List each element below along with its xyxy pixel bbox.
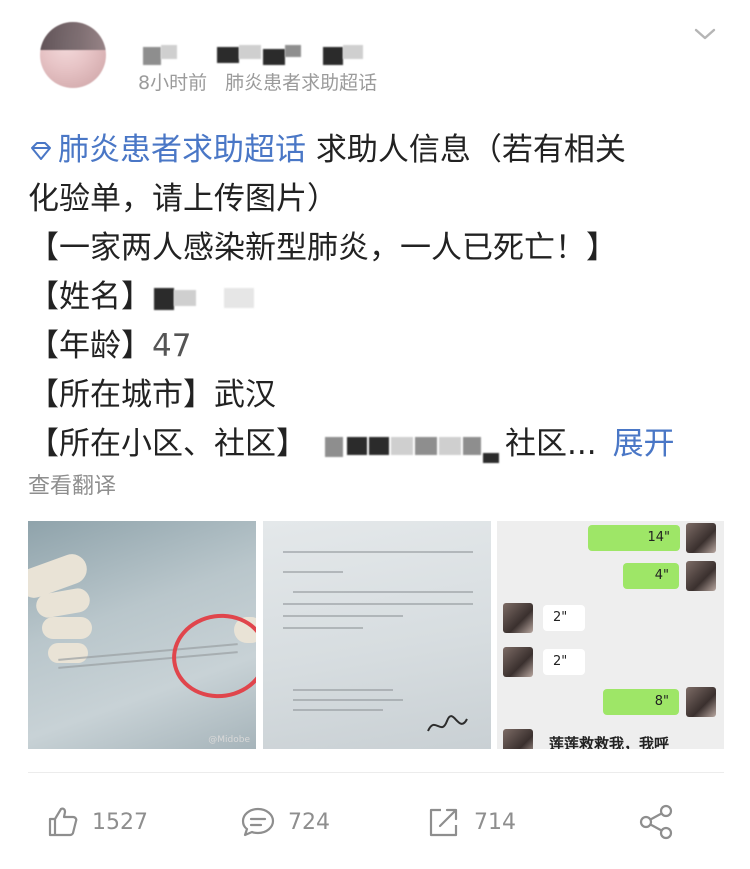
post-source[interactable]: 肺炎患者求助超话 [225,72,377,94]
chat-avatar [503,647,533,677]
chat-avatar [686,523,716,553]
comment-count: 724 [288,809,330,835]
repost-button[interactable]: 714 [426,800,516,844]
supertopic-diamond-icon [31,142,51,160]
name-blurred [152,284,282,314]
community-blurred [325,431,505,463]
post-image-3[interactable]: 14" 4" 2" 2" 8" 莲莲救救我，我呼 [497,521,724,749]
post-image-2[interactable] [263,521,491,749]
voice-bubble: 4" [623,563,679,589]
chat-avatar [503,603,533,633]
age-value: 47 [152,328,192,364]
share-button[interactable] [638,800,688,844]
chat-message: 莲莲救救我，我呼 [549,735,670,749]
comment-button[interactable]: 724 [240,800,330,844]
supertopic-link[interactable]: 肺炎患者求助超话 [28,132,306,168]
repost-icon [429,808,458,837]
chat-avatar [686,687,716,717]
post-line-3: 【一家两人感染新型肺炎，一人已死亡！】 [28,230,617,266]
like-count: 1527 [92,809,148,835]
divider [28,772,724,773]
voice-bubble: 14" [588,525,680,551]
post-line-1: 求助人信息（若有相关 [315,132,626,168]
repost-count: 714 [474,809,516,835]
chat-avatar [503,729,533,749]
post-image-1[interactable]: @Midobe [28,521,256,749]
voice-bubble: 8" [603,689,679,715]
post-body: 肺炎患者求助超话 求助人信息（若有相关 化验单，请上传图片） 【一家两人感染新型… [28,126,718,469]
voice-bubble: 2" [543,605,585,631]
post-line-city: 【所在城市】武汉 [28,377,276,413]
expand-link[interactable]: 展开 [613,426,675,462]
image-watermark: @Midobe [208,735,250,745]
avatar[interactable] [40,22,106,88]
chat-avatar [686,561,716,591]
post-meta: 8小时前 肺炎患者求助超话 [138,68,377,95]
post-line-2: 化验单，请上传图片） [28,181,338,217]
post-line-age: 【年龄】47 [28,328,192,364]
share-icon [639,804,673,840]
thumbs-up-icon [48,807,78,837]
like-button[interactable]: 1527 [46,800,148,844]
comment-icon [241,807,275,837]
post-time: 8小时前 [138,72,208,94]
signature-mark [427,715,468,732]
translate-link[interactable]: 查看翻译 [28,468,116,500]
voice-bubble: 2" [543,649,585,675]
red-circle-annotation [166,607,256,705]
chevron-down-icon[interactable] [693,24,717,44]
post-line-community: 【所在小区、社区】 社区... 展开 [28,426,675,463]
post-line-name: 【姓名】 [28,273,718,322]
